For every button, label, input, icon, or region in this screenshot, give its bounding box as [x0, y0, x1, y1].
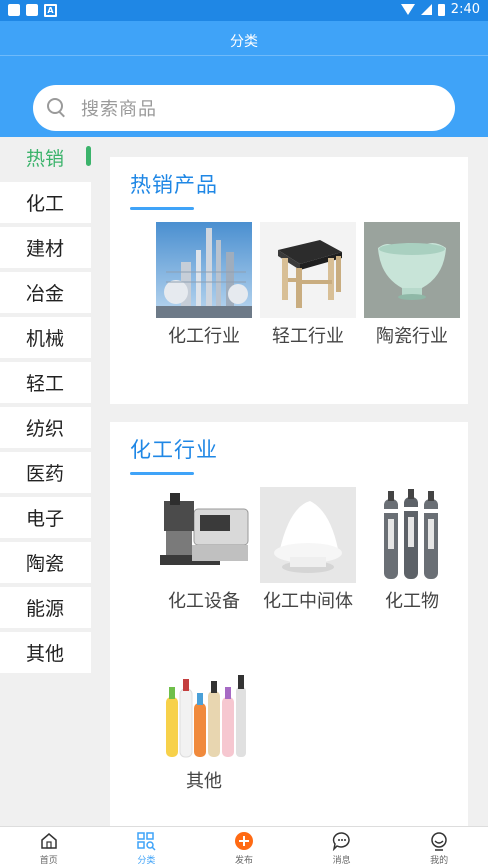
sidebar-item-electronics[interactable]: 电子 [0, 497, 91, 538]
header-divider [0, 55, 488, 56]
nav-label: 发布 [234, 856, 253, 866]
sidebar-item-label: 能源 [26, 598, 65, 620]
sidebar-item-label: 其他 [26, 643, 65, 665]
plastic-bottles-image [156, 667, 252, 763]
section-underline [130, 472, 194, 475]
tile-label: 化工设备 [168, 591, 240, 612]
nav-profile[interactable]: 我的 [390, 827, 488, 867]
search-bar[interactable]: 搜索商品 [33, 85, 455, 131]
sidebar-item-label: 电子 [26, 508, 65, 530]
tile-label: 化工物 [385, 591, 439, 612]
nav-publish[interactable]: 发布 [195, 827, 293, 867]
nav-label: 我的 [430, 856, 449, 866]
page-title: 分类 [230, 34, 258, 50]
sidebar-item-light-industry[interactable]: 轻工 [0, 362, 91, 403]
sidebar-item-other[interactable]: 其他 [0, 632, 91, 673]
status-bar: A 2:40 [0, 0, 488, 21]
sidebar-item-label: 机械 [26, 328, 65, 350]
active-indicator [86, 146, 91, 166]
category-sidebar: 热销 化工 建材 冶金 机械 轻工 纺织 医药 电子 陶瓷 能源 其他 [0, 137, 91, 677]
search-input[interactable]: 搜索商品 [81, 95, 157, 121]
notification-icon [26, 4, 38, 16]
tile-label: 化工行业 [168, 326, 240, 347]
nav-messages[interactable]: 消息 [293, 827, 391, 867]
sidebar-item-label: 冶金 [26, 283, 65, 305]
app-header: 分类 搜索商品 [0, 21, 488, 137]
category-grid-icon [137, 832, 156, 851]
sidebar-item-label: 建材 [26, 238, 65, 260]
category-tile[interactable]: 化工中间体 [258, 487, 358, 613]
status-time: 2:40 [450, 2, 480, 17]
notification-icons: A [8, 4, 57, 17]
tile-label: 陶瓷行业 [376, 326, 448, 347]
wifi-icon [400, 4, 415, 15]
profile-icon [431, 832, 447, 851]
search-icon [47, 98, 67, 118]
section-underline [130, 207, 194, 210]
category-tile[interactable]: 陶瓷行业 [362, 222, 462, 348]
sidebar-item-metallurgy[interactable]: 冶金 [0, 272, 91, 313]
chat-bubble-icon [332, 832, 350, 851]
white-powder-image [260, 487, 356, 583]
sidebar-item-hot[interactable]: 热销 [0, 137, 91, 178]
category-tile[interactable]: 其他 [154, 667, 254, 793]
sidebar-item-building[interactable]: 建材 [0, 227, 91, 268]
lab-instrument-image [156, 487, 252, 583]
home-icon [41, 833, 57, 849]
category-tile[interactable]: 轻工行业 [258, 222, 358, 348]
sidebar-item-label: 轻工 [26, 373, 65, 395]
nav-label: 分类 [137, 856, 156, 866]
tile-label: 其他 [186, 771, 222, 792]
nav-home[interactable]: 首页 [0, 827, 98, 867]
section-title: 化工行业 [130, 438, 218, 462]
tile-label: 化工中间体 [263, 591, 353, 612]
chemical-plant-image [156, 222, 252, 318]
chemical-industry-card: 化工行业 化工设备 化工中间体 化工物 其他 [110, 422, 468, 826]
sidebar-item-label: 热销 [26, 148, 65, 170]
status-right: 2:40 [400, 2, 480, 17]
sidebar-item-label: 陶瓷 [26, 553, 65, 575]
sidebar-item-label: 纺织 [26, 418, 65, 440]
signal-icon [420, 4, 432, 15]
notification-icon [8, 4, 20, 16]
sidebar-item-label: 医药 [26, 463, 65, 485]
plus-circle-icon [234, 832, 253, 850]
sidebar-item-energy[interactable]: 能源 [0, 587, 91, 628]
sidebar-item-medicine[interactable]: 医药 [0, 452, 91, 493]
battery-icon [437, 3, 445, 16]
gas-cylinders-image [364, 487, 460, 583]
nav-label: 首页 [39, 856, 58, 866]
tile-label: 轻工行业 [272, 326, 344, 347]
sidebar-item-ceramics[interactable]: 陶瓷 [0, 542, 91, 583]
stool-image [260, 222, 356, 318]
ceramic-bowl-image [364, 222, 460, 318]
sidebar-item-label: 化工 [26, 193, 65, 215]
category-tile[interactable]: 化工行业 [154, 222, 254, 348]
sidebar-item-machinery[interactable]: 机械 [0, 317, 91, 358]
bottom-nav: 首页 分类 发布 消息 我的 [0, 826, 488, 867]
nav-category[interactable]: 分类 [98, 827, 196, 867]
nav-label: 消息 [332, 856, 351, 866]
sidebar-item-chemical[interactable]: 化工 [0, 182, 91, 223]
category-tile[interactable]: 化工物 [362, 487, 462, 613]
category-tile[interactable]: 化工设备 [154, 487, 254, 613]
sidebar-item-textile[interactable]: 纺织 [0, 407, 91, 448]
hot-products-card: 热销产品 化工行业 轻工行业 陶瓷行业 [110, 157, 468, 404]
notification-a-icon: A [44, 4, 57, 17]
section-title: 热销产品 [130, 173, 218, 197]
